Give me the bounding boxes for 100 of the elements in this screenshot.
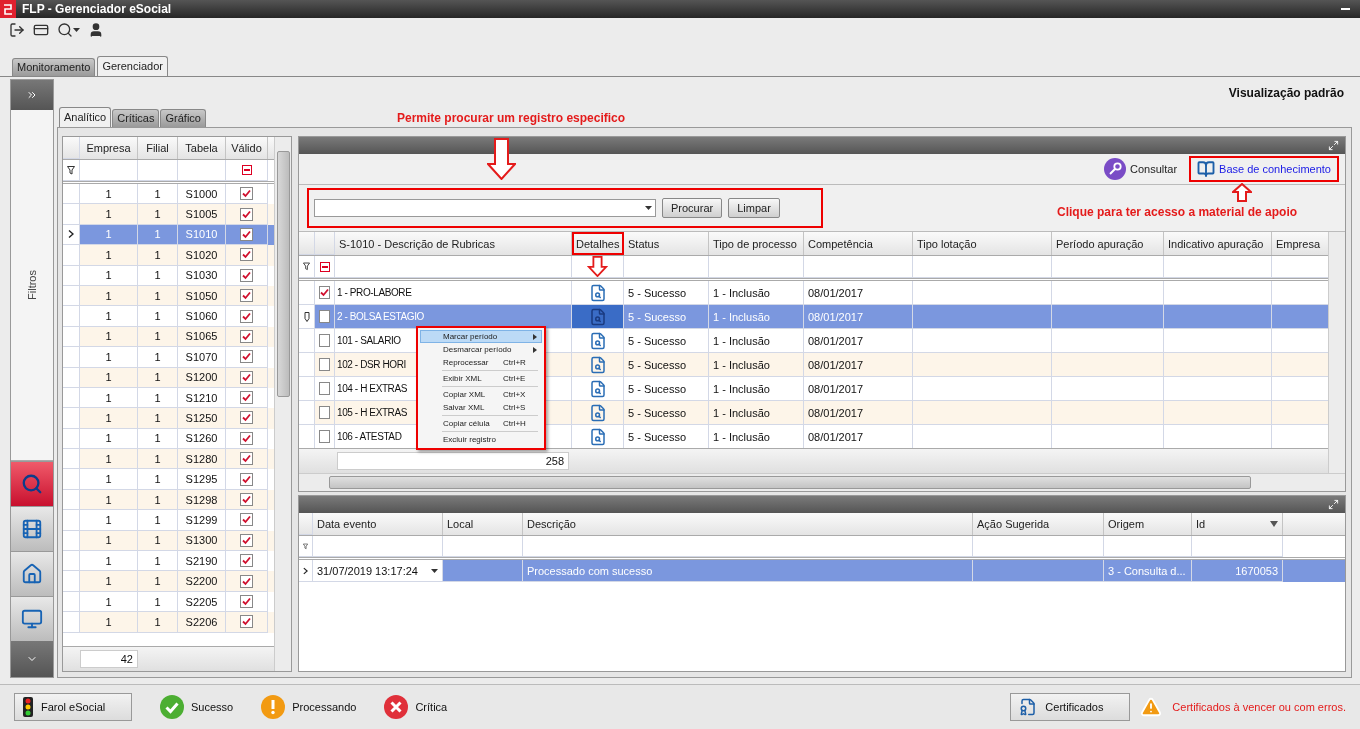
column-header[interactable]: Id (1192, 513, 1283, 535)
checkbox[interactable] (240, 289, 253, 303)
checkbox[interactable] (240, 615, 253, 629)
filter-cell[interactable] (1104, 536, 1192, 557)
column-header[interactable]: Local (443, 513, 523, 535)
search-icon[interactable] (57, 22, 73, 38)
user-icon[interactable] (88, 22, 104, 38)
tab[interactable]: Críticas (112, 109, 160, 127)
sidebar-button[interactable] (11, 551, 53, 596)
caret-icon[interactable] (73, 28, 80, 32)
checkbox[interactable] (240, 493, 253, 507)
checkbox[interactable] (240, 370, 253, 384)
caret-icon[interactable] (645, 206, 652, 210)
filter-cell[interactable] (709, 256, 804, 278)
menu-item[interactable]: Copiar XML Ctrl+X (420, 388, 542, 401)
checkbox[interactable] (240, 187, 253, 201)
menu-item[interactable]: Marcar período (420, 330, 542, 343)
filter-cell[interactable] (138, 160, 178, 181)
table-row[interactable]: 31/07/2019 13:17:24 Processado com sucesso 3 - Consulta d... 1670053 (299, 560, 1345, 582)
checkbox[interactable] (240, 329, 253, 343)
exit-icon[interactable] (9, 22, 25, 38)
farol-button[interactable]: Farol eSocial (14, 693, 132, 721)
caret-icon[interactable] (431, 568, 438, 573)
details-icon[interactable] (588, 403, 607, 422)
column-header[interactable]: Status (624, 232, 709, 255)
checkbox[interactable] (319, 358, 330, 371)
knowledge-base-button[interactable]: Base de conhecimento (1189, 156, 1339, 182)
checkbox[interactable] (240, 268, 253, 282)
filter-clear-icon[interactable] (319, 261, 330, 272)
filter-cell[interactable] (1164, 256, 1272, 278)
details-icon[interactable] (588, 427, 607, 446)
column-header[interactable]: Descrição (523, 513, 973, 535)
sidebar-button[interactable] (11, 461, 53, 506)
consult-button[interactable]: Consultar (1098, 156, 1184, 182)
checkbox[interactable] (240, 207, 253, 221)
column-header[interactable]: Período apuração (1052, 232, 1164, 255)
filter-cell[interactable] (523, 536, 973, 557)
filter-clear-icon[interactable] (241, 165, 252, 175)
filter-icon[interactable] (303, 262, 310, 271)
details-icon[interactable] (588, 283, 607, 302)
sidebar-button[interactable] (11, 596, 53, 641)
maximize-icon[interactable] (1328, 140, 1339, 151)
column-header[interactable]: Tipo de processo (709, 232, 804, 255)
column-header[interactable]: Data evento (313, 513, 443, 535)
filter-cell[interactable] (335, 256, 572, 278)
filter-cell[interactable] (313, 536, 443, 557)
table-row[interactable]: 1 1 S1050 (63, 285, 274, 307)
checkbox[interactable] (240, 431, 253, 445)
table-row[interactable]: 1 1 S2200 (63, 571, 274, 592)
column-header[interactable]: Indicativo apuração (1164, 232, 1272, 255)
menu-item[interactable]: Salvar XML Ctrl+S (420, 401, 542, 414)
home-icon[interactable] (21, 563, 43, 585)
menu-item[interactable]: Reprocessar Ctrl+R (420, 356, 542, 369)
checkbox[interactable] (240, 595, 253, 608)
table-row[interactable]: 1 1 S1065 (63, 326, 274, 348)
checkbox[interactable] (319, 334, 330, 347)
table-row[interactable]: 1 1 S1280 (63, 449, 274, 470)
column-header[interactable]: S-1010 - Descrição de Rubricas (335, 232, 572, 255)
table-row[interactable]: 1 - PRO-LABORE 5 - Sucesso 1 - Inclusão 08/01/2017 (299, 281, 1328, 305)
film-icon[interactable] (21, 518, 43, 540)
search-button[interactable]: Limpar (728, 198, 780, 218)
column-header[interactable]: Filial (138, 137, 178, 159)
filter-cell[interactable] (973, 536, 1104, 557)
table-row[interactable]: 1 1 S1020 (63, 245, 274, 266)
checkbox[interactable] (319, 310, 330, 323)
filter-cell[interactable] (80, 160, 138, 181)
column-header[interactable]: Ação Sugerida (973, 513, 1104, 535)
filter-cell[interactable] (572, 256, 624, 278)
certificates-button[interactable]: Certificados (1010, 693, 1131, 721)
column-header[interactable]: Competência (804, 232, 913, 255)
column-header[interactable]: Tabela (178, 137, 226, 159)
checkbox[interactable] (240, 350, 253, 364)
checkbox[interactable] (319, 286, 330, 299)
checkbox[interactable] (240, 533, 253, 547)
table-row[interactable]: 1 1 S1300 (63, 530, 274, 552)
monitor-icon[interactable] (21, 608, 43, 630)
filter-cell[interactable] (1052, 256, 1164, 278)
checkbox[interactable] (240, 513, 253, 527)
column-header[interactable]: Tipo lotação (913, 232, 1052, 255)
checkbox[interactable] (240, 554, 253, 568)
date-dropdown[interactable]: 31/07/2019 13:17:24 (313, 560, 443, 582)
maximize-icon[interactable] (1328, 499, 1339, 510)
filter-cell[interactable] (1192, 536, 1283, 557)
tab[interactable]: Monitoramento (12, 58, 96, 76)
filter-icon[interactable] (67, 165, 75, 175)
table-row[interactable]: 1 1 S2206 (63, 612, 274, 633)
column-header[interactable]: Válido (226, 137, 268, 159)
table-row[interactable]: 1 1 S1250 (63, 408, 274, 429)
search-button[interactable]: Procurar (662, 198, 723, 218)
filter-cell[interactable] (443, 536, 523, 557)
column-header[interactable]: Origem (1104, 513, 1192, 535)
menu-item[interactable]: Excluir registro (420, 433, 542, 446)
card-icon[interactable] (33, 22, 49, 38)
filter-cell[interactable] (804, 256, 913, 278)
table-row[interactable]: 1 1 S1298 (63, 489, 274, 511)
details-icon[interactable] (588, 355, 607, 374)
tab[interactable]: Analítico (59, 107, 112, 127)
checkbox[interactable] (240, 309, 253, 323)
filter-cell[interactable] (178, 160, 226, 181)
filter-cell[interactable] (913, 256, 1052, 278)
